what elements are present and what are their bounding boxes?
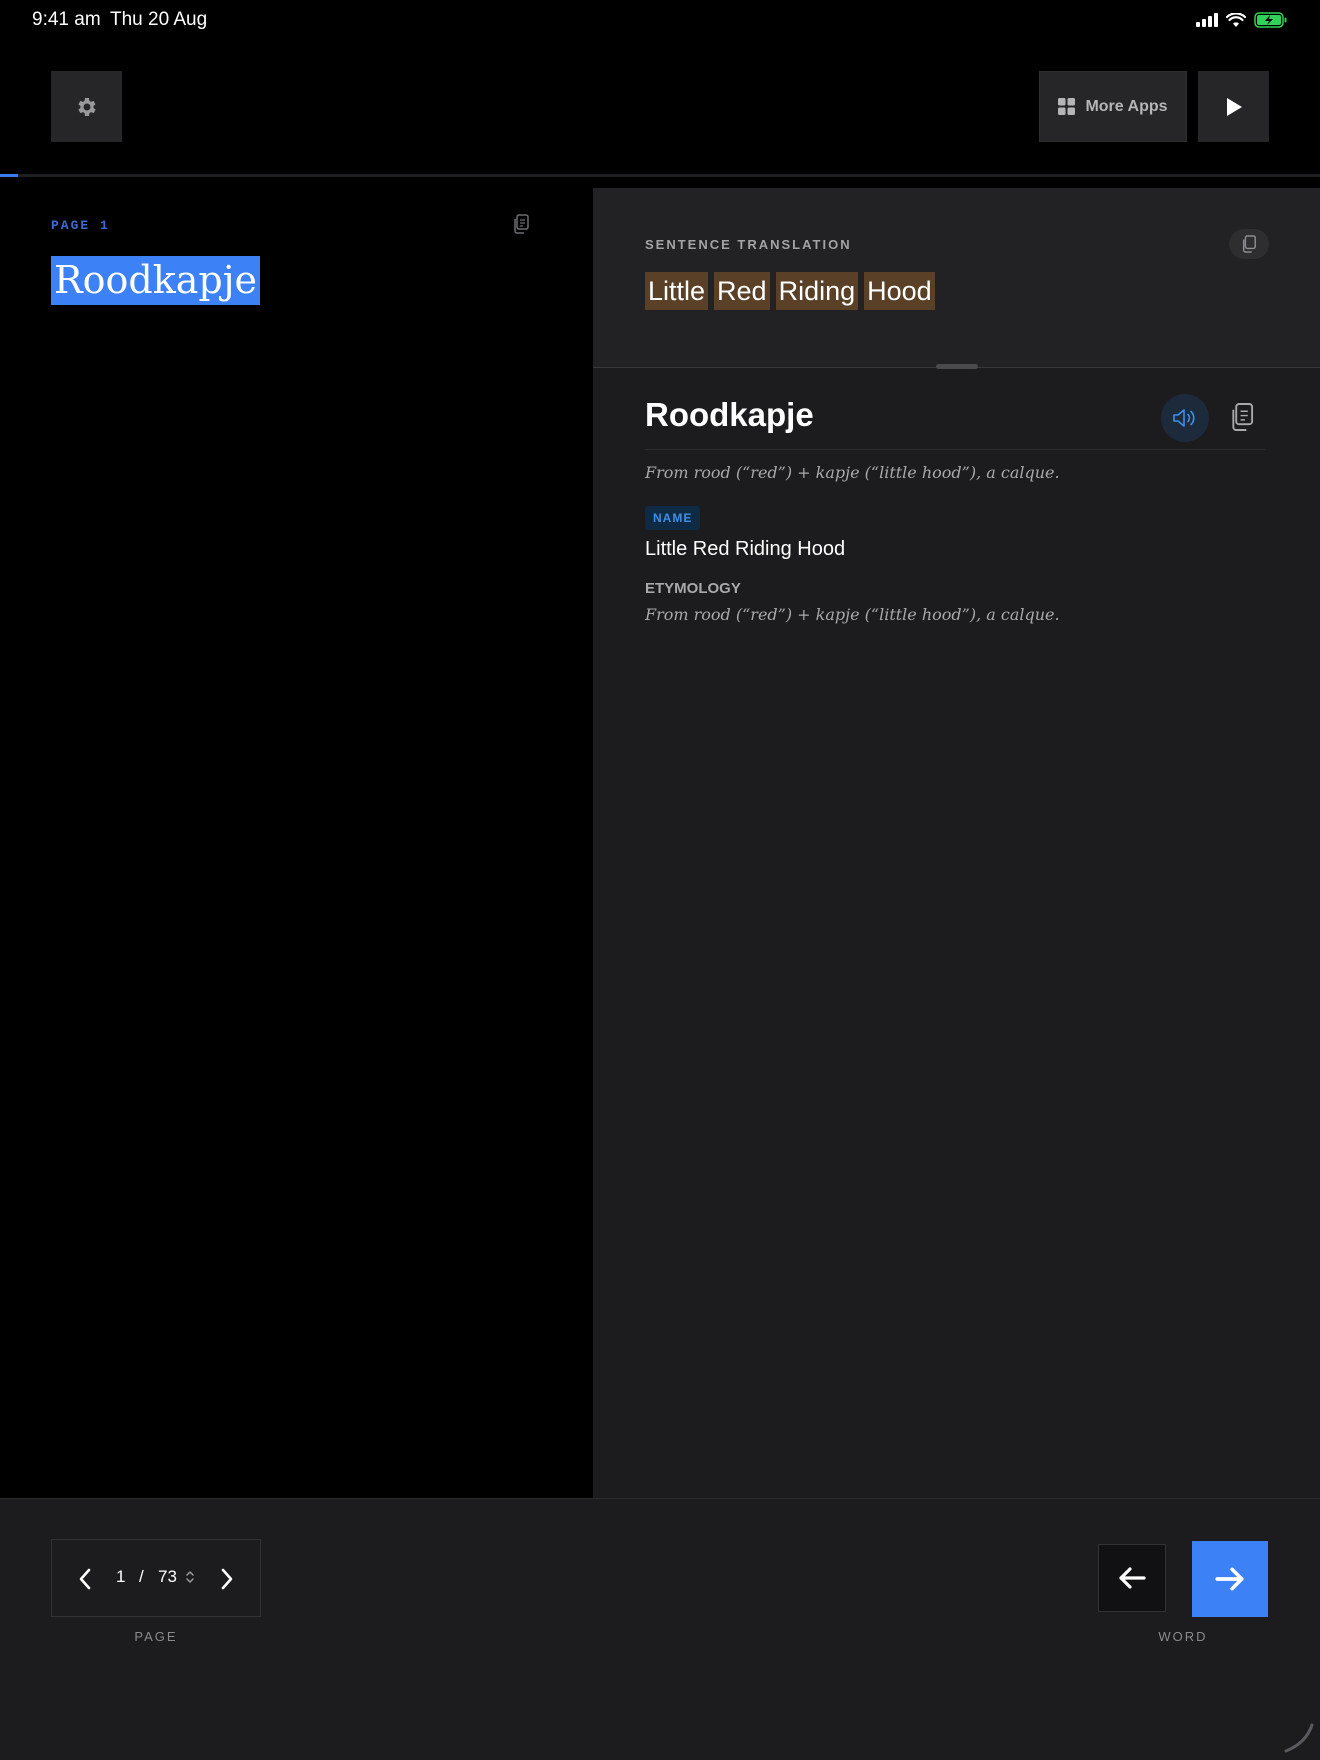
status-date: Thu 20 Aug (110, 9, 208, 30)
translation-words: Little Red Riding Hood (645, 272, 935, 310)
translation-word-chip[interactable]: Riding (775, 272, 859, 310)
copy-definition-button[interactable] (1229, 402, 1255, 437)
translation-pane: SENTENCE TRANSLATION Little Red Riding H… (593, 188, 1320, 1498)
translation-word-chip[interactable]: Hood (864, 272, 935, 310)
chevron-right-icon (221, 1568, 233, 1590)
wifi-icon (1226, 12, 1246, 27)
next-word-button[interactable] (1192, 1541, 1268, 1617)
copy-icon (1232, 403, 1254, 431)
reading-progress-fill (0, 174, 19, 177)
sentence-translation-section: SENTENCE TRANSLATION Little Red Riding H… (593, 188, 1320, 368)
arrow-left-icon (1119, 1567, 1146, 1589)
battery-icon (1254, 12, 1287, 28)
copy-icon (514, 214, 529, 234)
status-indicators (1196, 12, 1288, 28)
previous-page-button[interactable] (70, 1564, 100, 1594)
more-apps-label: More Apps (1085, 97, 1168, 115)
gear-icon (77, 97, 96, 116)
etymology-heading: ETYMOLOGY (645, 580, 741, 597)
selected-word[interactable]: Roodkapje (51, 256, 260, 305)
settings-button[interactable] (51, 71, 122, 142)
total-pages: 73 (158, 1567, 177, 1586)
etymology-summary: From rood (“red”) + kapje (“little hood”… (645, 463, 1060, 482)
chevron-left-icon (79, 1568, 91, 1590)
cellular-signal-icon (1196, 13, 1218, 27)
dictionary-headword: Roodkapje (645, 396, 814, 433)
home-indicator-corner (1284, 1723, 1314, 1753)
play-button[interactable] (1198, 71, 1269, 142)
headword-divider (645, 449, 1265, 450)
bottom-navigation-bar: 1 / 73 PAGE WORD (0, 1498, 1320, 1760)
previous-word-button[interactable] (1098, 1544, 1166, 1612)
resize-handle[interactable] (936, 364, 978, 369)
page-stepper: 1 / 73 (51, 1539, 261, 1617)
source-text-pane: PAGE 1 Roodkapje (0, 188, 593, 1498)
etymology-text: From rood (“red”) + kapje (“little hood”… (645, 605, 1060, 624)
play-icon (1226, 97, 1242, 116)
status-time: 9:41 am (32, 9, 101, 30)
translation-word-chip[interactable]: Red (714, 272, 770, 310)
translation-word-chip[interactable]: Little (645, 272, 709, 310)
arrow-right-icon (1215, 1567, 1244, 1591)
reading-progress-bar (0, 174, 1320, 177)
definition-text: Little Red Riding Hood (645, 538, 846, 560)
page-label: PAGE 1 (51, 218, 110, 233)
next-page-button[interactable] (212, 1564, 242, 1594)
more-apps-button[interactable]: More Apps (1039, 71, 1187, 142)
page-separator: / (139, 1567, 144, 1586)
status-bar: 9:41 am Thu 20 Aug (0, 0, 1320, 44)
copy-icon (1242, 235, 1256, 253)
part-of-speech-badge: NAME (645, 506, 701, 530)
copy-translation-button[interactable] (1229, 229, 1269, 259)
copy-page-button[interactable] (512, 214, 530, 239)
speaker-icon (1173, 409, 1195, 427)
sentence-translation-label: SENTENCE TRANSLATION (645, 237, 852, 252)
page-caption: PAGE (134, 1629, 178, 1644)
chevron-up-down-icon[interactable] (185, 1569, 195, 1585)
word-caption: WORD (1158, 1629, 1208, 1644)
current-page-number[interactable]: 1 (116, 1567, 125, 1587)
pronounce-button[interactable] (1161, 394, 1209, 442)
grid-icon (1058, 98, 1076, 115)
